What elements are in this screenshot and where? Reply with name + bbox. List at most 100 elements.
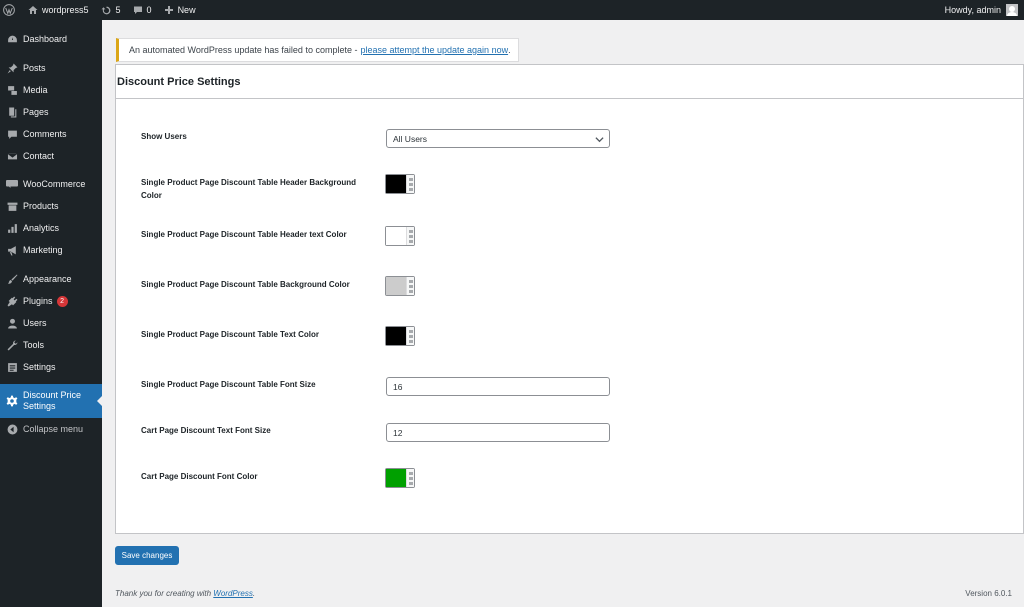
table-text-color-picker[interactable]	[385, 326, 415, 346]
sidebar-item-tools[interactable]: Tools	[0, 334, 102, 356]
collapse-icon	[6, 423, 18, 435]
sidebar-item-label: Appearance	[23, 274, 72, 284]
cart-font-size-value: 12	[393, 427, 403, 438]
wordpress-logo-icon[interactable]	[0, 0, 22, 20]
color-picker-toggle-icon	[406, 227, 414, 245]
new-label: New	[177, 5, 196, 15]
settings-icon	[6, 361, 18, 373]
wordpress-link[interactable]: WordPress	[213, 589, 253, 598]
user-icon	[6, 317, 18, 329]
sidebar-item-label: WooCommerce	[23, 179, 86, 189]
color-swatch	[386, 227, 406, 245]
retry-update-link[interactable]: please attempt the update again now	[360, 45, 508, 55]
header-bg-color-picker[interactable]	[385, 174, 415, 194]
home-icon	[28, 6, 38, 14]
sidebar-item-label: Tools	[23, 340, 45, 350]
sidebar-item-label: Posts	[23, 63, 46, 73]
pin-icon	[6, 62, 18, 74]
collapse-menu-button[interactable]: Collapse menu	[0, 418, 102, 440]
font-size-label: Single Product Page Discount Table Font …	[141, 380, 316, 389]
sidebar-item-label: Products	[23, 201, 59, 211]
sidebar-item-appearance[interactable]: Appearance	[0, 268, 102, 290]
sidebar-item-comments[interactable]: Comments	[0, 123, 102, 145]
sidebar-item-users[interactable]: Users	[0, 312, 102, 334]
font-size-input[interactable]: 16	[386, 377, 610, 396]
new-content-link[interactable]: New	[158, 0, 202, 20]
header-text-color-picker[interactable]	[385, 226, 415, 246]
notice-text: An automated WordPress update has failed…	[129, 45, 358, 55]
color-picker-toggle-icon	[406, 277, 414, 295]
sidebar-item-label: Plugins	[23, 296, 53, 306]
sidebar-item-dashboard[interactable]: Dashboard	[0, 28, 102, 50]
sidebar-item-plugins[interactable]: Plugins 2	[0, 290, 102, 312]
brush-icon	[6, 273, 18, 285]
color-picker-toggle-icon	[406, 175, 414, 193]
update-failed-notice: An automated WordPress update has failed…	[116, 38, 519, 62]
dashboard-icon	[6, 33, 18, 45]
sidebar-item-products[interactable]: Products	[0, 195, 102, 217]
woo-icon	[6, 178, 18, 190]
sidebar-item-discount-price-settings[interactable]: Discount Price Settings	[0, 384, 102, 418]
refresh-icon	[101, 6, 110, 14]
cart-font-color-picker[interactable]	[385, 468, 415, 488]
sidebar-item-analytics[interactable]: Analytics	[0, 217, 102, 239]
table-bg-color-picker[interactable]	[385, 276, 415, 296]
sidebar-item-label: Settings	[23, 362, 56, 372]
show-users-value: All Users	[393, 133, 428, 144]
table-text-color-label: Single Product Page Discount Table Text …	[141, 330, 319, 339]
color-picker-toggle-icon	[406, 327, 414, 345]
color-picker-toggle-icon	[406, 469, 414, 487]
comment-icon	[6, 128, 18, 140]
sidebar-item-label: Users	[23, 318, 47, 328]
pages-icon	[6, 106, 18, 118]
cart-font-size-label: Cart Page Discount Text Font Size	[141, 426, 271, 435]
footer-version: Version 6.0.1	[965, 589, 1012, 598]
avatar	[1006, 4, 1018, 16]
bar-chart-icon	[6, 222, 18, 234]
comment-icon	[133, 6, 142, 14]
sidebar-item-marketing[interactable]: Marketing	[0, 239, 102, 261]
sidebar-item-woocommerce[interactable]: WooCommerce	[0, 173, 102, 195]
color-swatch	[386, 175, 406, 193]
sidebar-item-label: Comments	[23, 129, 67, 139]
sidebar-item-label: Marketing	[23, 245, 63, 255]
chevron-down-icon	[595, 137, 604, 143]
sidebar-item-label: Dashboard	[23, 34, 68, 44]
plus-icon	[164, 6, 173, 14]
show-users-select[interactable]: All Users	[386, 129, 610, 148]
collapse-menu-label: Collapse menu	[23, 424, 84, 434]
header-text-color-label: Single Product Page Discount Table Heade…	[141, 230, 347, 239]
sidebar-item-settings[interactable]: Settings	[0, 356, 102, 378]
site-name-link[interactable]: wordpress5	[22, 0, 95, 20]
sidebar-item-posts[interactable]: Posts	[0, 57, 102, 79]
cart-font-size-input[interactable]: 12	[386, 423, 610, 442]
show-users-label: Show Users	[141, 132, 187, 141]
header-bg-color-label: Single Product Page Discount Table Heade…	[141, 178, 357, 200]
comments-count: 0	[146, 5, 152, 15]
sidebar-item-media[interactable]: Media	[0, 79, 102, 101]
admin-sidebar: Dashboard Posts Media Pages Comments Con…	[0, 20, 102, 607]
my-account-link[interactable]: Howdy, admin	[939, 0, 1024, 20]
notice-suffix: .	[508, 45, 511, 55]
sidebar-item-label: Media	[23, 85, 48, 95]
admin-bar: wordpress5 5 0 New Howdy, admin	[0, 0, 1024, 20]
settings-panel: Discount Price Settings Show Users All U…	[115, 64, 1024, 534]
sidebar-item-label: Analytics	[23, 223, 60, 233]
color-swatch	[386, 327, 406, 345]
sidebar-item-label: Discount Price Settings	[23, 390, 82, 411]
color-swatch	[386, 277, 406, 295]
cart-font-color-label: Cart Page Discount Font Color	[141, 472, 258, 481]
footer-thankyou: Thank you for creating with WordPress.	[115, 589, 255, 598]
site-name: wordpress5	[42, 5, 89, 15]
sidebar-item-pages[interactable]: Pages	[0, 101, 102, 123]
color-swatch	[386, 469, 406, 487]
footer-text: Thank you for creating with	[115, 589, 212, 598]
updates-link[interactable]: 5	[95, 0, 127, 20]
save-changes-button[interactable]: Save changes	[115, 546, 179, 565]
comments-link[interactable]: 0	[127, 0, 158, 20]
sidebar-item-label: Pages	[23, 107, 49, 117]
greeting: Howdy, admin	[944, 5, 1001, 15]
media-icon	[6, 84, 18, 96]
sidebar-item-contact[interactable]: Contact	[0, 145, 102, 167]
archive-icon	[6, 200, 18, 212]
